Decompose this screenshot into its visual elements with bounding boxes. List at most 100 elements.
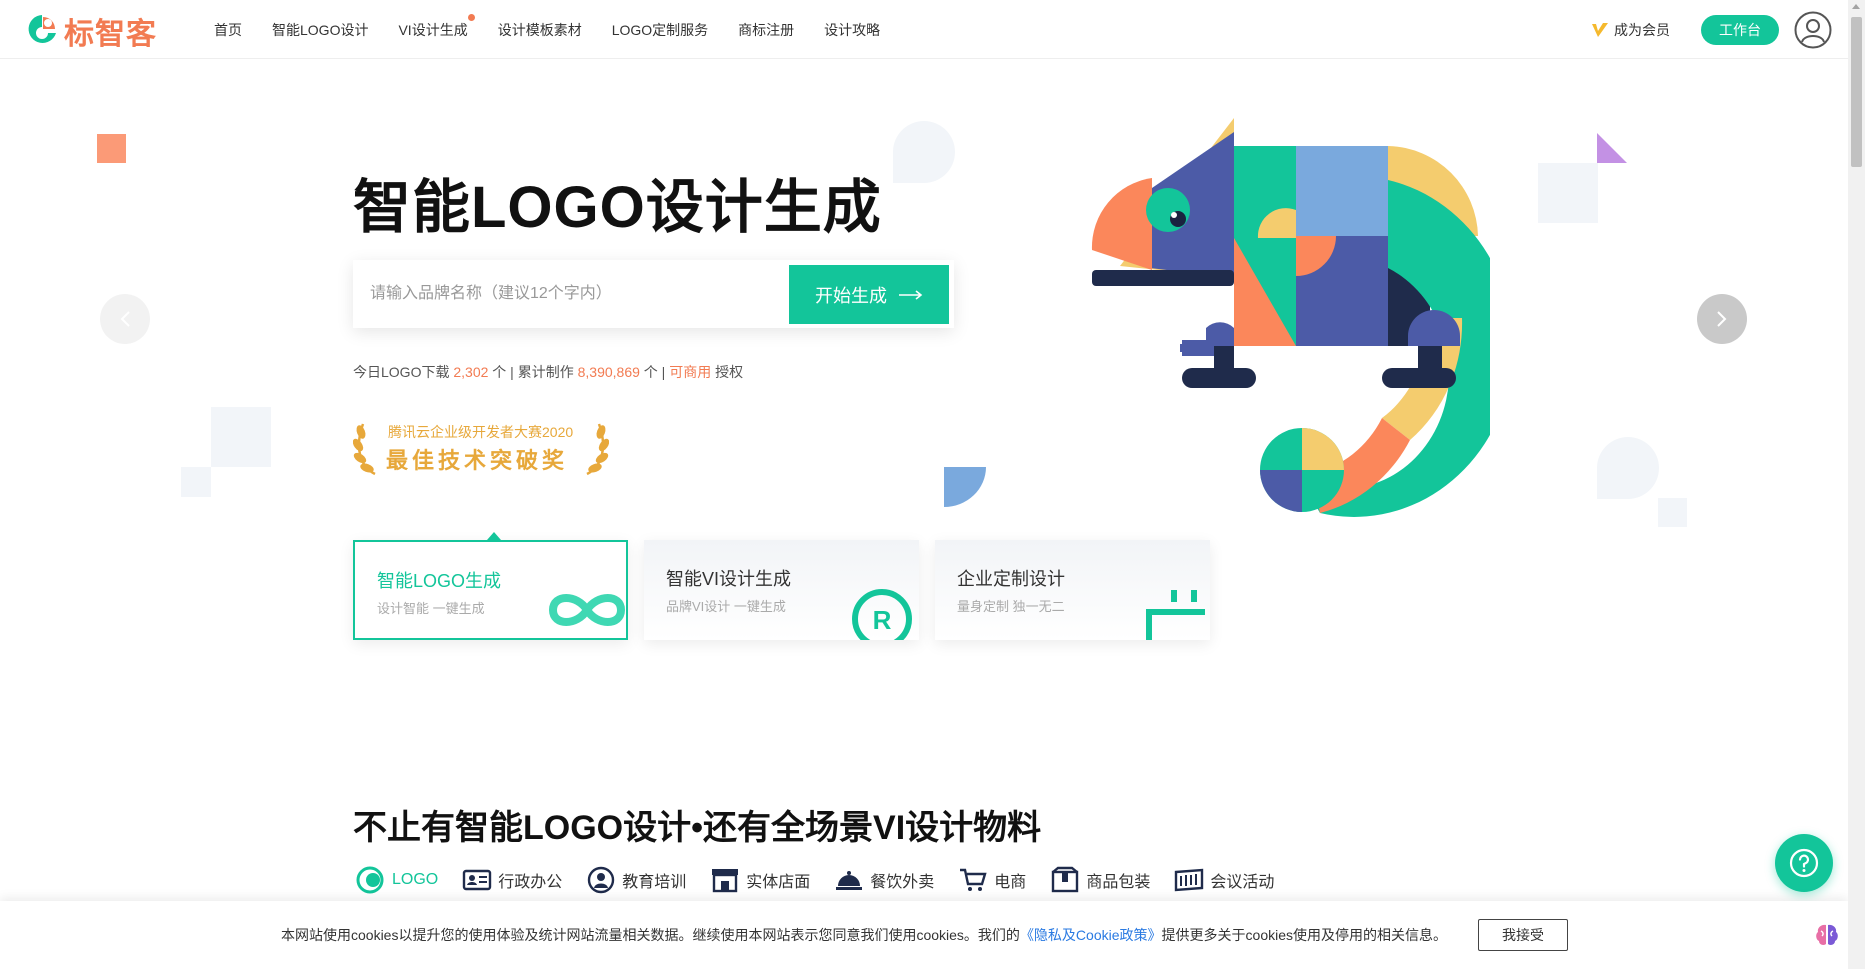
stats-today-value: 2,302 bbox=[453, 364, 489, 380]
card-title: 智能LOGO生成 bbox=[377, 571, 502, 591]
banner-icon bbox=[1174, 866, 1204, 894]
nav-label: VI设计生成 bbox=[398, 22, 468, 38]
category-label: 商品包装 bbox=[1086, 874, 1151, 891]
chevron-right-icon bbox=[1717, 311, 1727, 327]
category-tab-office[interactable]: 行政办公 bbox=[462, 866, 562, 894]
storefront-icon bbox=[710, 866, 740, 894]
decor-light-square-right-small bbox=[1658, 498, 1687, 527]
stats-today-prefix: 今日LOGO下载 bbox=[353, 364, 450, 380]
download-stats: 今日LOGO下载 2,302 个 | 累计制作 8,390,869 个 | 可商… bbox=[353, 362, 743, 382]
decor-light-square-small bbox=[181, 467, 211, 497]
new-dot-badge bbox=[467, 14, 475, 21]
accept-cookies-button[interactable]: 我接受 bbox=[1478, 919, 1568, 951]
privacy-policy-link[interactable]: 《隐私及Cookie政策》 bbox=[1020, 927, 1162, 943]
brand-name: 标智客 bbox=[64, 18, 157, 51]
decor-purple-triangle bbox=[1597, 133, 1627, 163]
stats-total-unit: 个 | bbox=[643, 364, 666, 380]
hero-title: 智能LOGO设计生成 bbox=[353, 175, 882, 240]
vertical-scrollbar[interactable] bbox=[1848, 0, 1865, 969]
laurel-right-icon bbox=[586, 423, 609, 476]
svg-text:R: R bbox=[873, 605, 892, 635]
category-tabs: LOGO 行政办公 教育培训 实体店面 餐饮外卖 电商 商品包装 会议活动 bbox=[356, 866, 1298, 894]
infinity-icon bbox=[548, 594, 626, 626]
laurel-left-icon bbox=[353, 423, 376, 476]
category-label: LOGO bbox=[392, 871, 439, 888]
stats-total-value: 8,390,869 bbox=[577, 364, 640, 380]
carousel-next-button[interactable] bbox=[1697, 294, 1747, 344]
nav-label: 设计攻略 bbox=[824, 22, 881, 38]
registered-mark-icon: R bbox=[852, 589, 912, 640]
category-tab-packaging[interactable]: 商品包装 bbox=[1050, 866, 1150, 894]
decor-light-drop bbox=[893, 121, 955, 183]
workbench-button[interactable]: 工作台 bbox=[1701, 15, 1779, 45]
category-tab-education[interactable]: 教育培训 bbox=[586, 866, 686, 894]
category-label: 行政办公 bbox=[498, 874, 563, 891]
nav-label: 智能LOGO设计 bbox=[272, 22, 369, 38]
card-subtitle: 品牌VI设计 一键生成 bbox=[666, 599, 786, 614]
card-custom-design[interactable]: 企业定制设计 量身定制 独一无二 bbox=[935, 540, 1210, 640]
cookie-consent-bar: 本网站使用cookies以提升您的使用体验及统计网站流量相关数据。继续使用本网站… bbox=[0, 901, 1848, 969]
stats-today-unit: 个 | bbox=[492, 364, 514, 380]
nav-guides[interactable]: 设计攻略 bbox=[824, 20, 880, 40]
decor-light-square-right bbox=[1538, 163, 1598, 223]
category-tab-storefront[interactable]: 实体店面 bbox=[710, 866, 810, 894]
category-label: 会议活动 bbox=[1210, 874, 1275, 891]
category-label: 实体店面 bbox=[746, 874, 811, 891]
nav-home[interactable]: 首页 bbox=[214, 20, 242, 40]
category-tab-events[interactable]: 会议活动 bbox=[1174, 866, 1274, 894]
brand-search-box: 开始生成 bbox=[353, 260, 954, 328]
award-badge: 腾讯云企业级开发者大赛2020 最佳技术突破奖 bbox=[353, 418, 609, 478]
member-label: 成为会员 bbox=[1614, 22, 1670, 38]
question-mark-icon bbox=[1789, 848, 1819, 878]
user-avatar-icon[interactable] bbox=[1794, 11, 1832, 54]
scroll-up-arrow-icon[interactable] bbox=[1852, 4, 1860, 9]
top-header: 标智客 首页 智能LOGO设计 VI设计生成 设计模板素材 LOGO定制服务 商… bbox=[0, 0, 1848, 59]
chevron-left-icon bbox=[120, 311, 130, 327]
food-cloche-icon bbox=[834, 866, 864, 894]
stats-total-prefix: 累计制作 bbox=[517, 364, 574, 380]
brand-logo-icon bbox=[28, 15, 56, 43]
chameleon-illustration bbox=[1091, 118, 1490, 517]
stats-license: 授权 bbox=[715, 364, 744, 380]
card-subtitle: 设计智能 一键生成 bbox=[377, 601, 485, 616]
nav-label: 设计模板素材 bbox=[497, 22, 582, 38]
category-tab-ecommerce[interactable]: 电商 bbox=[958, 866, 1026, 894]
site-logo[interactable]: 标智客 bbox=[26, 9, 157, 53]
decor-light-square bbox=[211, 407, 271, 467]
decor-light-drop-right bbox=[1597, 437, 1659, 499]
cookie-notice: 本网站使用cookies以提升您的使用体验及统计网站流量相关数据。继续使用本网站… bbox=[281, 925, 1447, 945]
nav-label: 商标注册 bbox=[738, 22, 795, 38]
scrollbar-thumb[interactable] bbox=[1851, 17, 1862, 167]
card-smart-logo[interactable]: 智能LOGO生成 设计智能 一键生成 bbox=[353, 540, 628, 640]
brand-name-input[interactable] bbox=[370, 260, 770, 328]
become-member-link[interactable]: 成为会员 bbox=[1590, 20, 1670, 40]
brain-icon[interactable] bbox=[1813, 921, 1841, 954]
nav-vi-design[interactable]: VI设计生成 bbox=[398, 14, 475, 40]
card-smart-vi[interactable]: 智能VI设计生成 品牌VI设计 一键生成 R bbox=[644, 540, 919, 640]
nav-logo-design[interactable]: 智能LOGO设计 bbox=[272, 20, 368, 40]
nav-trademark[interactable]: 商标注册 bbox=[738, 20, 794, 40]
cookie-text-before: 本网站使用cookies以提升您的使用体验及统计网站流量相关数据。继续使用本网站… bbox=[281, 927, 1020, 943]
category-label: 电商 bbox=[994, 874, 1027, 891]
id-card-icon bbox=[462, 866, 492, 894]
nav-label: 首页 bbox=[214, 22, 242, 38]
main-nav: 首页 智能LOGO设计 VI设计生成 设计模板素材 LOGO定制服务 商标注册 … bbox=[214, 14, 910, 40]
commercial-use-link[interactable]: 可商用 bbox=[669, 364, 711, 380]
help-button[interactable] bbox=[1775, 834, 1833, 892]
cookie-text-after: 提供更多关于cookies使用及停用的相关信息。 bbox=[1161, 927, 1447, 943]
active-card-pointer bbox=[487, 532, 501, 540]
card-title: 企业定制设计 bbox=[957, 569, 1065, 589]
category-tab-logo[interactable]: LOGO bbox=[356, 866, 438, 894]
logo-icon bbox=[356, 866, 386, 894]
category-label: 餐饮外卖 bbox=[870, 874, 935, 891]
section-title: 不止有智能LOGO设计•还有全场景VI设计物料 bbox=[353, 809, 1042, 847]
vip-v-icon bbox=[1592, 23, 1608, 37]
carousel-prev-button[interactable] bbox=[100, 294, 150, 344]
decor-blue-quarter bbox=[944, 467, 986, 507]
category-label: 教育培训 bbox=[622, 874, 687, 891]
nav-templates[interactable]: 设计模板素材 bbox=[498, 20, 582, 40]
start-generate-button[interactable]: 开始生成 bbox=[789, 265, 949, 324]
page: 标智客 首页 智能LOGO设计 VI设计生成 设计模板素材 LOGO定制服务 商… bbox=[0, 0, 1865, 969]
category-tab-food[interactable]: 餐饮外卖 bbox=[834, 866, 934, 894]
nav-logo-custom[interactable]: LOGO定制服务 bbox=[612, 20, 708, 40]
